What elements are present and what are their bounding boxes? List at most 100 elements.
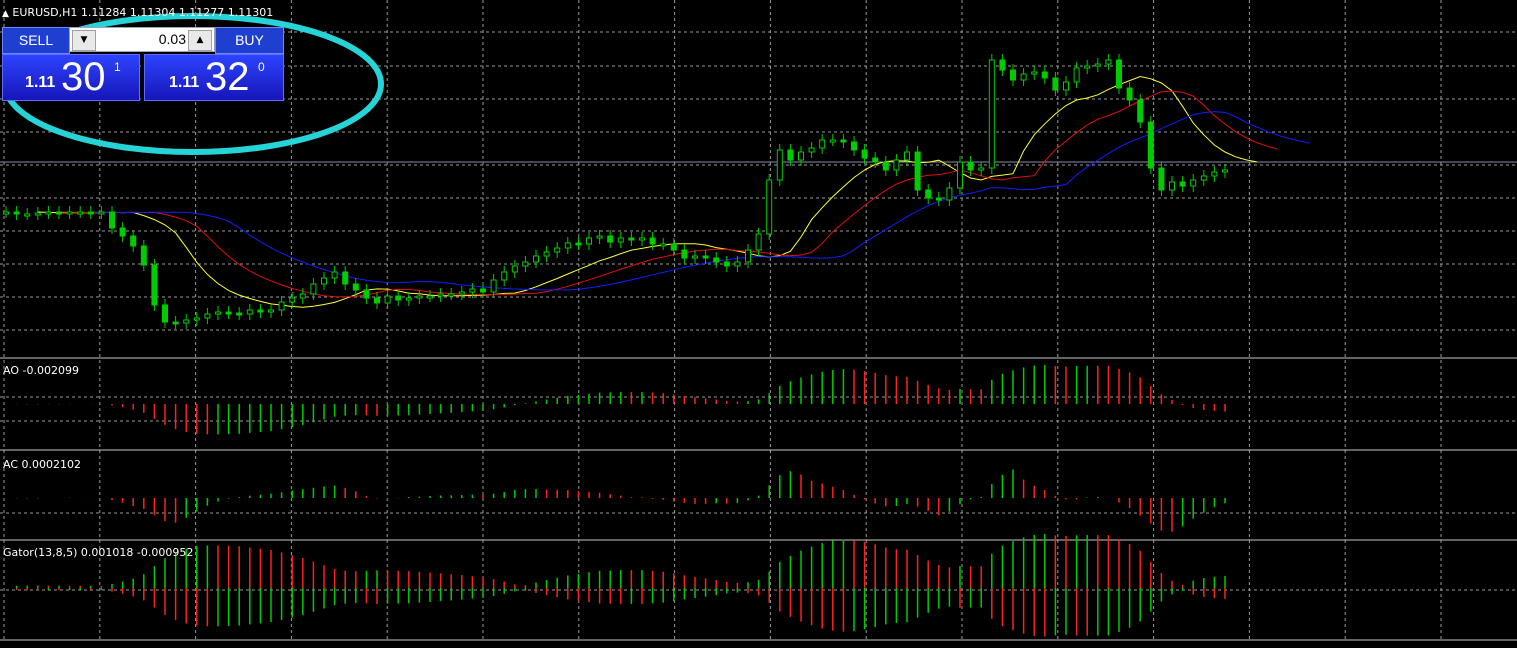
bear-candle — [172, 321, 179, 325]
ac-histogram — [15, 469, 1226, 532]
sell-button[interactable]: SELL — [2, 27, 70, 54]
bull-candle — [321, 277, 327, 285]
lot-size-value[interactable]: 0.03 — [159, 31, 186, 47]
buy-button[interactable]: BUY — [215, 27, 284, 54]
bear-candle — [151, 264, 158, 306]
bull-candle — [458, 291, 465, 295]
bear-candle — [130, 235, 137, 247]
bull-candle — [501, 271, 508, 281]
bear-candle — [649, 237, 656, 245]
bull-candle — [957, 161, 963, 189]
bear-candle — [374, 297, 380, 304]
bear-candle — [607, 235, 614, 243]
bear-candle — [225, 311, 232, 315]
bull-candle — [904, 151, 910, 161]
bull-candle — [617, 237, 624, 243]
bear-candle — [56, 211, 62, 215]
lot-size-field[interactable]: ▼ 0.03 ▲ — [69, 27, 215, 52]
sell-price-fraction: 1 — [114, 60, 121, 74]
bull-candle — [490, 279, 497, 293]
bear-candle — [914, 151, 921, 191]
gator-histogram — [15, 534, 1226, 637]
bear-candle — [257, 309, 264, 313]
bull-candle — [77, 211, 84, 215]
increase-lot-icon[interactable]: ▲ — [188, 30, 212, 51]
bull-candle — [745, 249, 751, 263]
bull-candle — [183, 319, 190, 324]
bull-candle — [660, 243, 667, 247]
bear-candle — [935, 197, 942, 201]
bull-candle — [3, 211, 9, 215]
bull-candle — [543, 251, 550, 257]
bull-candle — [1190, 179, 1197, 187]
bull-candle — [1094, 63, 1101, 67]
bull-candle — [1073, 67, 1080, 83]
bull-candle — [511, 265, 518, 273]
bear-candle — [395, 295, 402, 301]
bull-candle — [734, 261, 741, 267]
bear-candle — [882, 161, 889, 171]
buy-price-main: 32 — [205, 55, 250, 99]
bull-candle — [469, 288, 476, 293]
ohlc-values: 1.11284 1.11304 1.11277 1.11301 — [80, 6, 274, 19]
bull-candle — [310, 283, 317, 295]
alligator-teeth-line — [58, 90, 1279, 298]
bear-candle — [352, 283, 359, 291]
bull-candle — [405, 297, 412, 301]
bear-candle — [723, 261, 730, 267]
bull-candle — [533, 255, 539, 263]
bull-candle — [564, 242, 571, 249]
bear-candle — [119, 227, 126, 237]
bull-candle — [437, 293, 444, 297]
sell-price-box[interactable]: 1.11 30 1 — [2, 54, 140, 101]
ao-label: AO -0.002099 — [3, 364, 79, 377]
alligator-jaw-line — [90, 111, 1310, 291]
one-click-trading-panel: SELL ▼ 0.03 ▲ BUY 1.11 30 1 1.11 32 0 — [0, 27, 284, 102]
chart-window[interactable]: AO -0.002099 AC 0.0002102 Gator(13,8,5) … — [0, 0, 1517, 648]
bull-candle — [1169, 181, 1175, 191]
bull-candle — [215, 311, 221, 315]
bear-candle — [1126, 87, 1133, 101]
bear-candle — [1179, 181, 1186, 187]
gator-label: Gator(13,8,5) 0.001018 -0.000952 — [3, 546, 193, 559]
decrease-lot-icon[interactable]: ▼ — [72, 30, 96, 51]
bull-candle — [766, 179, 773, 235]
bear-candle — [967, 161, 974, 171]
bull-candle — [384, 295, 391, 304]
bull-candle — [1031, 71, 1038, 75]
bear-candle — [872, 157, 879, 163]
bull-candle — [448, 293, 455, 297]
bull-candle — [978, 167, 985, 171]
collapse-arrow-icon[interactable]: ▲ — [2, 9, 9, 19]
bull-candle — [1105, 59, 1112, 65]
bull-candle — [798, 151, 804, 161]
alligator-lines — [37, 75, 1310, 308]
bull-candle — [522, 261, 529, 267]
bear-candle — [480, 288, 486, 293]
bear-candle — [162, 304, 168, 323]
bull-candle — [596, 235, 603, 239]
bull-candle — [554, 247, 561, 253]
symbol-timeframe: EURUSD,H1 — [12, 6, 78, 19]
bull-candle — [692, 255, 698, 259]
bull-candle — [98, 211, 105, 215]
bear-candle — [787, 149, 794, 161]
buy-price-box[interactable]: 1.11 32 0 — [144, 54, 284, 101]
bear-candle — [670, 243, 677, 251]
bear-candle — [1137, 99, 1144, 123]
bull-candle — [1020, 73, 1027, 81]
bull-candle — [776, 149, 783, 181]
bear-candle — [1147, 121, 1154, 169]
bull-candle — [204, 313, 211, 319]
bear-candle — [236, 312, 243, 316]
bear-candle — [713, 257, 720, 263]
buy-price-fraction: 0 — [258, 60, 265, 74]
bear-candle — [575, 242, 582, 246]
bull-candle — [755, 233, 762, 251]
bear-candle — [861, 149, 868, 159]
bear-candle — [702, 255, 709, 259]
bull-candle — [24, 213, 31, 217]
bull-candle — [299, 293, 306, 299]
bull-candle — [893, 159, 900, 171]
bear-candle — [851, 141, 857, 151]
